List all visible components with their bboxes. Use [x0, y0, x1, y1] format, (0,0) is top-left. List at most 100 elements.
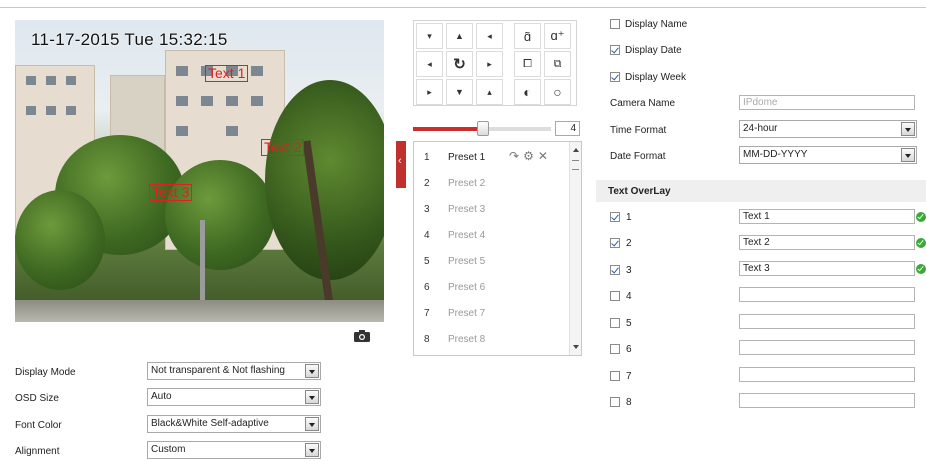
live-video-preview[interactable]: 11-17-2015 Tue 15:32:15 Text 1 Text 2 Te… — [15, 20, 384, 322]
osd-size-label: OSD Size — [15, 393, 59, 404]
text-overlay-input-6[interactable] — [739, 340, 915, 355]
arrow-up-left-icon[interactable]: ▾ — [416, 23, 443, 49]
arrow-up-right-icon[interactable]: ◂ — [476, 23, 503, 49]
scroll-grip[interactable] — [572, 160, 579, 170]
preset-row-5[interactable]: 5 Preset 5 — [414, 248, 569, 274]
display-date-checkbox[interactable] — [610, 45, 620, 55]
preset-number: 2 — [424, 178, 430, 189]
preset-name: Preset 2 — [448, 178, 486, 189]
preset-row-7[interactable]: 7 Preset 7 — [414, 300, 569, 326]
set-preset-icon[interactable]: ⚙ — [523, 149, 538, 163]
text-overlay-input-8[interactable] — [739, 393, 915, 408]
delete-preset-icon[interactable]: ✕ — [538, 149, 552, 163]
tree — [15, 190, 105, 290]
display-mode-select[interactable]: Not transparent & Not flashing — [147, 362, 321, 380]
arrow-down-icon[interactable]: ▼ — [446, 79, 473, 105]
osd-text-2[interactable]: Text 2 — [261, 139, 305, 156]
osd-size-value: Auto — [151, 391, 172, 402]
iris-open-icon[interactable]: ○ — [544, 79, 571, 105]
ptz-speed-value: 4 — [555, 121, 580, 136]
text-overlay-checkbox-8[interactable] — [610, 397, 620, 407]
preset-number: 4 — [424, 230, 430, 241]
preset-row-4[interactable]: 4 Preset 4 — [414, 222, 569, 248]
time-format-select[interactable]: 24-hour — [739, 120, 917, 138]
text-overlay-checkbox-4[interactable] — [610, 291, 620, 301]
preset-row-3[interactable]: 3 Preset 3 — [414, 196, 569, 222]
preset-row-1[interactable]: 1 Preset 1 ↷⚙✕ — [414, 144, 569, 170]
auto-pan-icon[interactable]: ↻ — [446, 51, 473, 77]
osd-size-select[interactable]: Auto — [147, 388, 321, 406]
text-overlay-checkbox-5[interactable] — [610, 318, 620, 328]
dropdown-arrow-icon — [901, 148, 915, 162]
text-overlay-number: 5 — [626, 318, 632, 329]
osd-text-3[interactable]: Text 3 — [149, 184, 193, 201]
top-divider — [0, 7, 926, 8]
display-mode-value: Not transparent & Not flashing — [151, 365, 285, 376]
font-color-label: Font Color — [15, 420, 62, 431]
text-overlay-checkbox-1[interactable] — [610, 212, 620, 222]
camera-icon[interactable] — [354, 330, 370, 342]
preset-row-8[interactable]: 8 Preset 8 — [414, 326, 569, 352]
text-overlay-number: 7 — [626, 371, 632, 382]
arrow-down-right-icon[interactable]: ▴ — [476, 79, 503, 105]
preset-name: Preset 6 — [448, 282, 486, 293]
osd-datetime[interactable]: 11-17-2015 Tue 15:32:15 — [31, 30, 228, 50]
display-name-checkbox[interactable] — [610, 19, 620, 29]
preset-name: Preset 3 — [448, 204, 486, 215]
ptz-speed-slider-thumb[interactable] — [477, 121, 489, 136]
arrow-right-icon[interactable]: ▸ — [476, 51, 503, 77]
text-overlay-checkbox-2[interactable] — [610, 238, 620, 248]
text-overlay-input-3[interactable]: Text 3 — [739, 261, 915, 276]
font-color-select[interactable]: Black&White Self-adaptive — [147, 415, 321, 433]
check-circle-icon — [916, 212, 926, 222]
text-overlay-input-1[interactable]: Text 1 — [739, 209, 915, 224]
text-overlay-input-2[interactable]: Text 2 — [739, 235, 915, 250]
preset-list: 1 Preset 1 ↷⚙✕ 2 Preset 2 3 Preset 3 4 P… — [413, 141, 582, 356]
text-overlay-number: 3 — [626, 265, 632, 276]
collapse-panel-tab[interactable] — [396, 141, 406, 188]
check-circle-icon — [916, 238, 926, 248]
preset-row-6[interactable]: 6 Preset 6 — [414, 274, 569, 300]
preset-scrollbar[interactable] — [569, 142, 581, 355]
osd-text-1[interactable]: Text 1 — [205, 65, 249, 82]
text-overlay-header: Text OverLay — [596, 180, 926, 202]
call-preset-icon[interactable]: ↷ — [509, 149, 523, 163]
dropdown-arrow-icon — [901, 122, 915, 136]
zoom-in-icon[interactable]: ɑ⁺ — [544, 23, 571, 49]
text-overlay-input-7[interactable] — [739, 367, 915, 382]
text-overlay-number: 4 — [626, 291, 632, 302]
preset-number: 6 — [424, 282, 430, 293]
text-overlay-checkbox-7[interactable] — [610, 371, 620, 381]
text-overlay-checkbox-3[interactable] — [610, 265, 620, 275]
preset-number: 5 — [424, 256, 430, 267]
scroll-up-icon[interactable] — [573, 148, 579, 152]
preset-number: 8 — [424, 334, 430, 345]
dropdown-arrow-icon — [305, 390, 319, 404]
zoom-out-icon[interactable]: ɑ̃ — [514, 23, 541, 49]
text-overlay-input-4[interactable] — [739, 287, 915, 302]
text-overlay-input-5[interactable] — [739, 314, 915, 329]
scroll-down-icon[interactable] — [573, 345, 579, 349]
display-mode-label: Display Mode — [15, 367, 76, 378]
tree — [165, 160, 275, 270]
focus-near-icon[interactable]: ⧠ — [514, 51, 541, 77]
arrow-left-icon[interactable]: ◂ — [416, 51, 443, 77]
dropdown-arrow-icon — [305, 443, 319, 457]
preset-name: Preset 4 — [448, 230, 486, 241]
alignment-select[interactable]: Custom — [147, 441, 321, 459]
dropdown-arrow-icon — [305, 364, 319, 378]
date-format-select[interactable]: MM-DD-YYYY — [739, 146, 917, 164]
camera-name-input[interactable]: IPdome — [739, 95, 915, 110]
arrow-down-left-icon[interactable]: ▸ — [416, 79, 443, 105]
preset-number: 3 — [424, 204, 430, 215]
text-overlay-number: 8 — [626, 397, 632, 408]
text-overlay-checkbox-6[interactable] — [610, 344, 620, 354]
focus-far-icon[interactable]: ⧉ — [544, 51, 571, 77]
display-week-checkbox[interactable] — [610, 72, 620, 82]
arrow-up-icon[interactable]: ▲ — [446, 23, 473, 49]
text-overlay-number: 6 — [626, 344, 632, 355]
road — [15, 300, 384, 322]
date-format-label: Date Format — [610, 151, 666, 162]
iris-close-icon[interactable]: ◐ — [514, 79, 541, 105]
preset-row-2[interactable]: 2 Preset 2 — [414, 170, 569, 196]
